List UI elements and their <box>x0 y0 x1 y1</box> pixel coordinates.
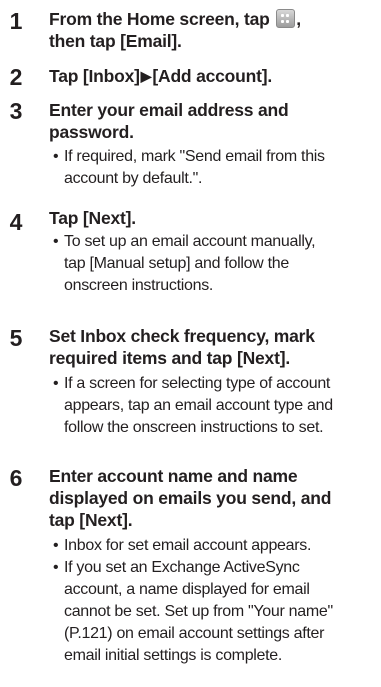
step-number: 1 <box>9 8 23 34</box>
step-title: required items and tap [Next]. <box>49 348 290 368</box>
bullet-text: account, a name displayed for email <box>64 581 310 598</box>
step-title-text: From the Home screen, tap <box>49 9 275 29</box>
bullet-text: onscreen instructions. <box>64 277 214 294</box>
step-title-text: , <box>296 9 301 29</box>
bullet-icon: • <box>53 559 59 576</box>
step-title: Enter your email address and <box>49 100 289 120</box>
step-number: 4 <box>9 209 23 235</box>
step-title: tap [Next]. <box>49 510 133 530</box>
bullet-text: If you set an Exchange ActiveSync <box>64 559 300 576</box>
apps-grid-icon <box>276 9 296 28</box>
bullet-text: (P.121) on email account settings after <box>64 625 325 642</box>
bullet-text: Inbox for set email account appears. <box>64 537 312 554</box>
bullet-text: cannot be set. Set up from "Your name" <box>64 603 333 620</box>
step-title-text: then tap [Email]. <box>49 31 182 51</box>
bullet-text: To set up an email account manually, <box>64 233 316 250</box>
bullet-text: tap [Manual setup] and follow the <box>64 255 289 272</box>
arrow-right-icon: ▶ <box>140 68 152 84</box>
step-title: Tap [Next]. <box>49 208 136 228</box>
step-title: Set Inbox check frequency, mark <box>49 326 315 346</box>
step-title: displayed on emails you send, and <box>49 488 332 508</box>
bullet-item: • If a screen for selecting type of acco… <box>50 373 378 439</box>
step-title-text: Tap [Inbox] <box>49 66 140 86</box>
step-number: 5 <box>9 325 23 351</box>
bullet-item: • If required, mark "Send email from thi… <box>50 146 378 190</box>
step-number: 2 <box>9 64 23 90</box>
bullet-text: account by default.". <box>64 170 203 187</box>
bullet-item: • If you set an Exchange ActiveSync acco… <box>50 557 378 667</box>
bullet-icon: • <box>53 233 59 250</box>
bullet-icon: • <box>53 148 59 165</box>
bullet-item: • To set up an email account manually, t… <box>50 231 378 297</box>
step-title: Tap [Inbox]▶[Add account]. <box>49 65 377 87</box>
step-title: From the Home screen, tap , <box>49 8 377 30</box>
bullet-icon: • <box>53 537 59 554</box>
step-number: 3 <box>9 98 23 124</box>
bullet-text: appears, tap an email account type and <box>64 397 333 414</box>
step-title-line: then tap [Email]. <box>49 30 377 52</box>
step-title: Enter account name and name <box>49 466 298 486</box>
bullet-text: email initial settings is complete. <box>64 647 283 664</box>
step-number: 6 <box>9 465 23 491</box>
step-title-text: [Add account]. <box>152 66 273 86</box>
bullet-icon: • <box>53 375 59 392</box>
step-title: password. <box>49 122 134 142</box>
instruction-page: 1 From the Home screen, tap , then tap [… <box>0 0 381 687</box>
bullet-text: If a screen for selecting type of accoun… <box>64 375 331 392</box>
bullet-text: follow the onscreen instructions to set. <box>64 419 324 436</box>
bullet-item: • Inbox for set email account appears. <box>50 535 378 557</box>
bullet-text: If required, mark "Send email from this <box>64 148 325 165</box>
